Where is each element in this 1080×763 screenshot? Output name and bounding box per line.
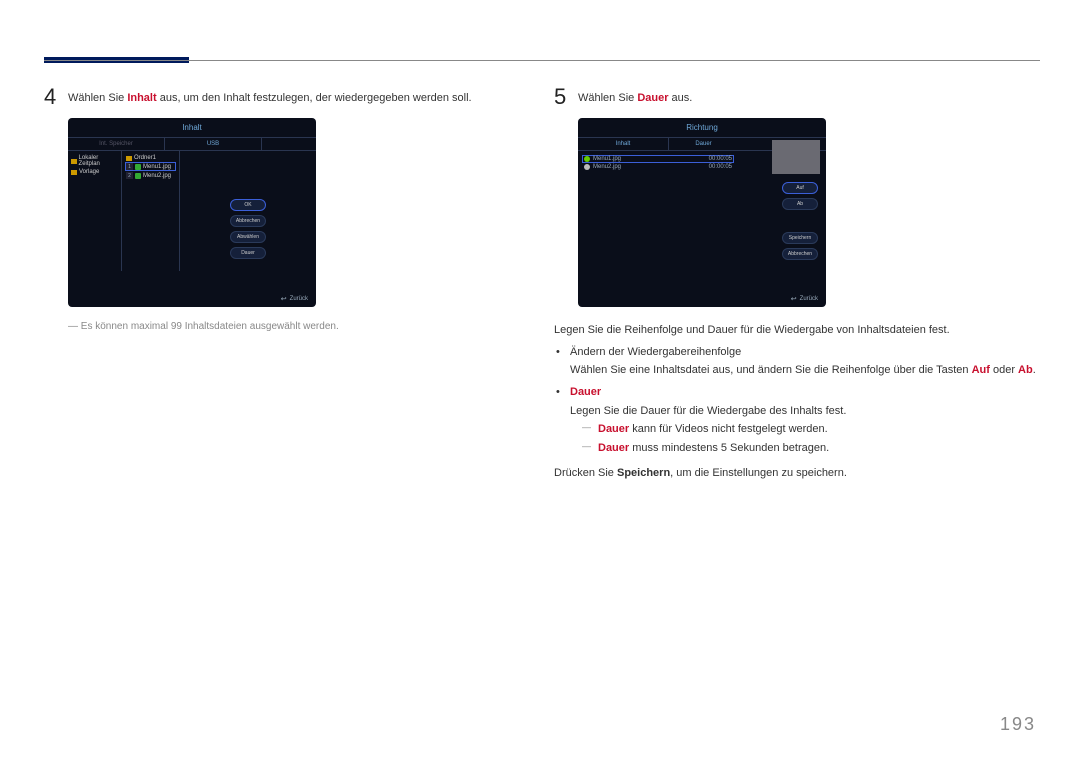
folder-label: Ordner1 — [134, 155, 156, 161]
sidebar-item-vorlage[interactable]: Vorlage — [71, 168, 118, 176]
screen1-footer: ↩Zurück — [281, 295, 308, 303]
step-5-row: 5 Wählen Sie Dauer aus. — [554, 86, 1044, 108]
bullet2-text: Legen Sie die Dauer für die Wiedergabe d… — [570, 405, 846, 417]
bullet1-auf: Auf — [972, 364, 990, 376]
tab-usb[interactable]: USB — [164, 138, 262, 150]
tab-spacer — [262, 138, 316, 150]
step-5-post: aus. — [669, 92, 693, 104]
screenshot-richtung: Richtung Inhalt Dauer Menu1.jpg 00:00:05 … — [578, 118, 826, 307]
footer-label: Zurück — [800, 296, 818, 302]
file-name-2: Menu2.jpg — [143, 173, 171, 179]
sub1-rest: kann für Videos nicht festgelegt werden. — [629, 423, 828, 435]
row-status-icon — [584, 156, 590, 162]
sidebar-label-zeitplan: Lokaler Zeitplan — [79, 155, 118, 167]
row1-dur: 00:00:05 — [709, 156, 732, 162]
return-icon: ↩ — [281, 295, 287, 303]
dauer-button[interactable]: Dauer — [230, 247, 266, 259]
list-row-2[interactable]: Menu2.jpg 00:00:05 — [582, 163, 734, 171]
image-icon — [135, 173, 141, 179]
row-status-icon — [584, 164, 590, 170]
step-4-number: 4 — [44, 86, 68, 108]
page-number: 193 — [1000, 714, 1036, 735]
screen1-filelist: Ordner1 1 Menu1.jpg 2 Menu2.jpg — [122, 151, 180, 271]
bullet1-pre: Wählen Sie eine Inhaltsdatei aus, und än… — [570, 364, 972, 376]
header-divider — [44, 60, 1040, 61]
tab-int-speicher[interactable]: Int. Speicher — [68, 138, 164, 150]
abwaehlen-button[interactable]: Abwählen — [230, 231, 266, 243]
left-column: 4 Wählen Sie Inhalt aus, um den Inhalt f… — [44, 86, 534, 332]
sub2-rest: muss mindestens 5 Sekunden betragen. — [629, 442, 829, 454]
step-5-text: Wählen Sie Dauer aus. — [578, 86, 692, 107]
row1-file: Menu1.jpg — [593, 156, 621, 162]
ok-button[interactable]: OK — [230, 199, 266, 211]
last-emph: Speichern — [617, 467, 670, 479]
last-post: , um die Einstellungen zu speichern. — [670, 467, 847, 479]
step-4-emph: Inhalt — [127, 92, 156, 104]
screen1-buttons: OK Abbrechen Abwählen Dauer — [180, 151, 316, 271]
bullet1-or: oder — [990, 364, 1018, 376]
col-dauer: Dauer — [668, 138, 738, 150]
bullet2-title: Dauer — [570, 386, 601, 398]
right-column: 5 Wählen Sie Dauer aus. Richtung Inhalt … — [554, 86, 1044, 483]
sidebar-label-vorlage: Vorlage — [79, 169, 99, 175]
screen2-buttons: Auf Ab Speichern Abbrechen — [778, 178, 822, 264]
sub-note-2: Dauer muss mindestens 5 Sekunden betrage… — [570, 439, 1044, 458]
file-num-1: 1 — [126, 163, 133, 170]
step-5-emph: Dauer — [637, 92, 668, 104]
body-line1: Legen Sie die Reihenfolge und Dauer für … — [554, 321, 1044, 340]
row2-file: Menu2.jpg — [593, 164, 621, 170]
screen1-sidebar: Lokaler Zeitplan Vorlage — [68, 151, 122, 271]
file-row-1[interactable]: 1 Menu1.jpg — [125, 162, 176, 171]
bullet1-dot: . — [1033, 364, 1036, 376]
step-5-pre: Wählen Sie — [578, 92, 637, 104]
abbrechen-button[interactable]: Abbrechen — [230, 215, 266, 227]
screen2-footer: ↩Zurück — [791, 295, 818, 303]
folder-icon — [71, 170, 77, 175]
bullet-reorder: Ändern der Wiedergabereihenfolge Wählen … — [570, 343, 1044, 380]
ab-button[interactable]: Ab — [782, 198, 818, 210]
step-4-post: aus, um den Inhalt festzulegen, der wied… — [157, 92, 472, 104]
sidebar-item-zeitplan[interactable]: Lokaler Zeitplan — [71, 154, 118, 168]
screen1-tabs: Int. Speicher USB — [68, 138, 316, 151]
file-row-2[interactable]: 2 Menu2.jpg — [125, 171, 176, 180]
folder-row[interactable]: Ordner1 — [125, 154, 176, 162]
row2-dur: 00:00:05 — [709, 164, 732, 170]
step-4-text: Wählen Sie Inhalt aus, um den Inhalt fes… — [68, 86, 472, 107]
footer-label: Zurück — [290, 296, 308, 302]
screen2-list: Menu1.jpg 00:00:05 Menu2.jpg 00:00:05 — [578, 151, 738, 175]
abbrechen-button[interactable]: Abbrechen — [782, 248, 818, 260]
auf-button[interactable]: Auf — [782, 182, 818, 194]
step4-note: ― Es können maximal 99 Inhaltsdateien au… — [68, 321, 534, 332]
last-pre: Drücken Sie — [554, 467, 617, 479]
return-icon: ↩ — [791, 295, 797, 303]
preview-thumbnail — [772, 140, 820, 174]
step-5-number: 5 — [554, 86, 578, 108]
folder-icon — [71, 159, 77, 164]
col-inhalt: Inhalt — [578, 138, 668, 150]
bullet1-title: Ändern der Wiedergabereihenfolge — [570, 346, 741, 358]
screen1-body: Lokaler Zeitplan Vorlage Ordner1 1 Menu1.… — [68, 151, 316, 271]
note-dash: ― — [68, 321, 78, 332]
screen2-title: Richtung — [578, 118, 826, 138]
bullet1-ab: Ab — [1018, 364, 1033, 376]
step5-body: Legen Sie die Reihenfolge und Dauer für … — [554, 321, 1044, 483]
bullet-dauer: Dauer Legen Sie die Dauer für die Wieder… — [570, 383, 1044, 458]
list-row-1[interactable]: Menu1.jpg 00:00:05 — [582, 155, 734, 163]
image-icon — [135, 164, 141, 170]
step-4-pre: Wählen Sie — [68, 92, 127, 104]
folder-icon — [126, 156, 132, 161]
speichern-button[interactable]: Speichern — [782, 232, 818, 244]
sub-note-1: Dauer kann für Videos nicht festgelegt w… — [570, 420, 1044, 439]
screenshot-inhalt: Inhalt Int. Speicher USB Lokaler Zeitpla… — [68, 118, 316, 307]
note-text: Es können maximal 99 Inhaltsdateien ausg… — [81, 321, 339, 332]
sub2-emph: Dauer — [598, 442, 629, 454]
file-num-2: 2 — [126, 172, 133, 179]
sub1-emph: Dauer — [598, 423, 629, 435]
step-4-row: 4 Wählen Sie Inhalt aus, um den Inhalt f… — [44, 86, 534, 108]
body-last-line: Drücken Sie Speichern, um die Einstellun… — [554, 464, 1044, 483]
screen1-title: Inhalt — [68, 118, 316, 138]
file-name-1: Menu1.jpg — [143, 164, 171, 170]
